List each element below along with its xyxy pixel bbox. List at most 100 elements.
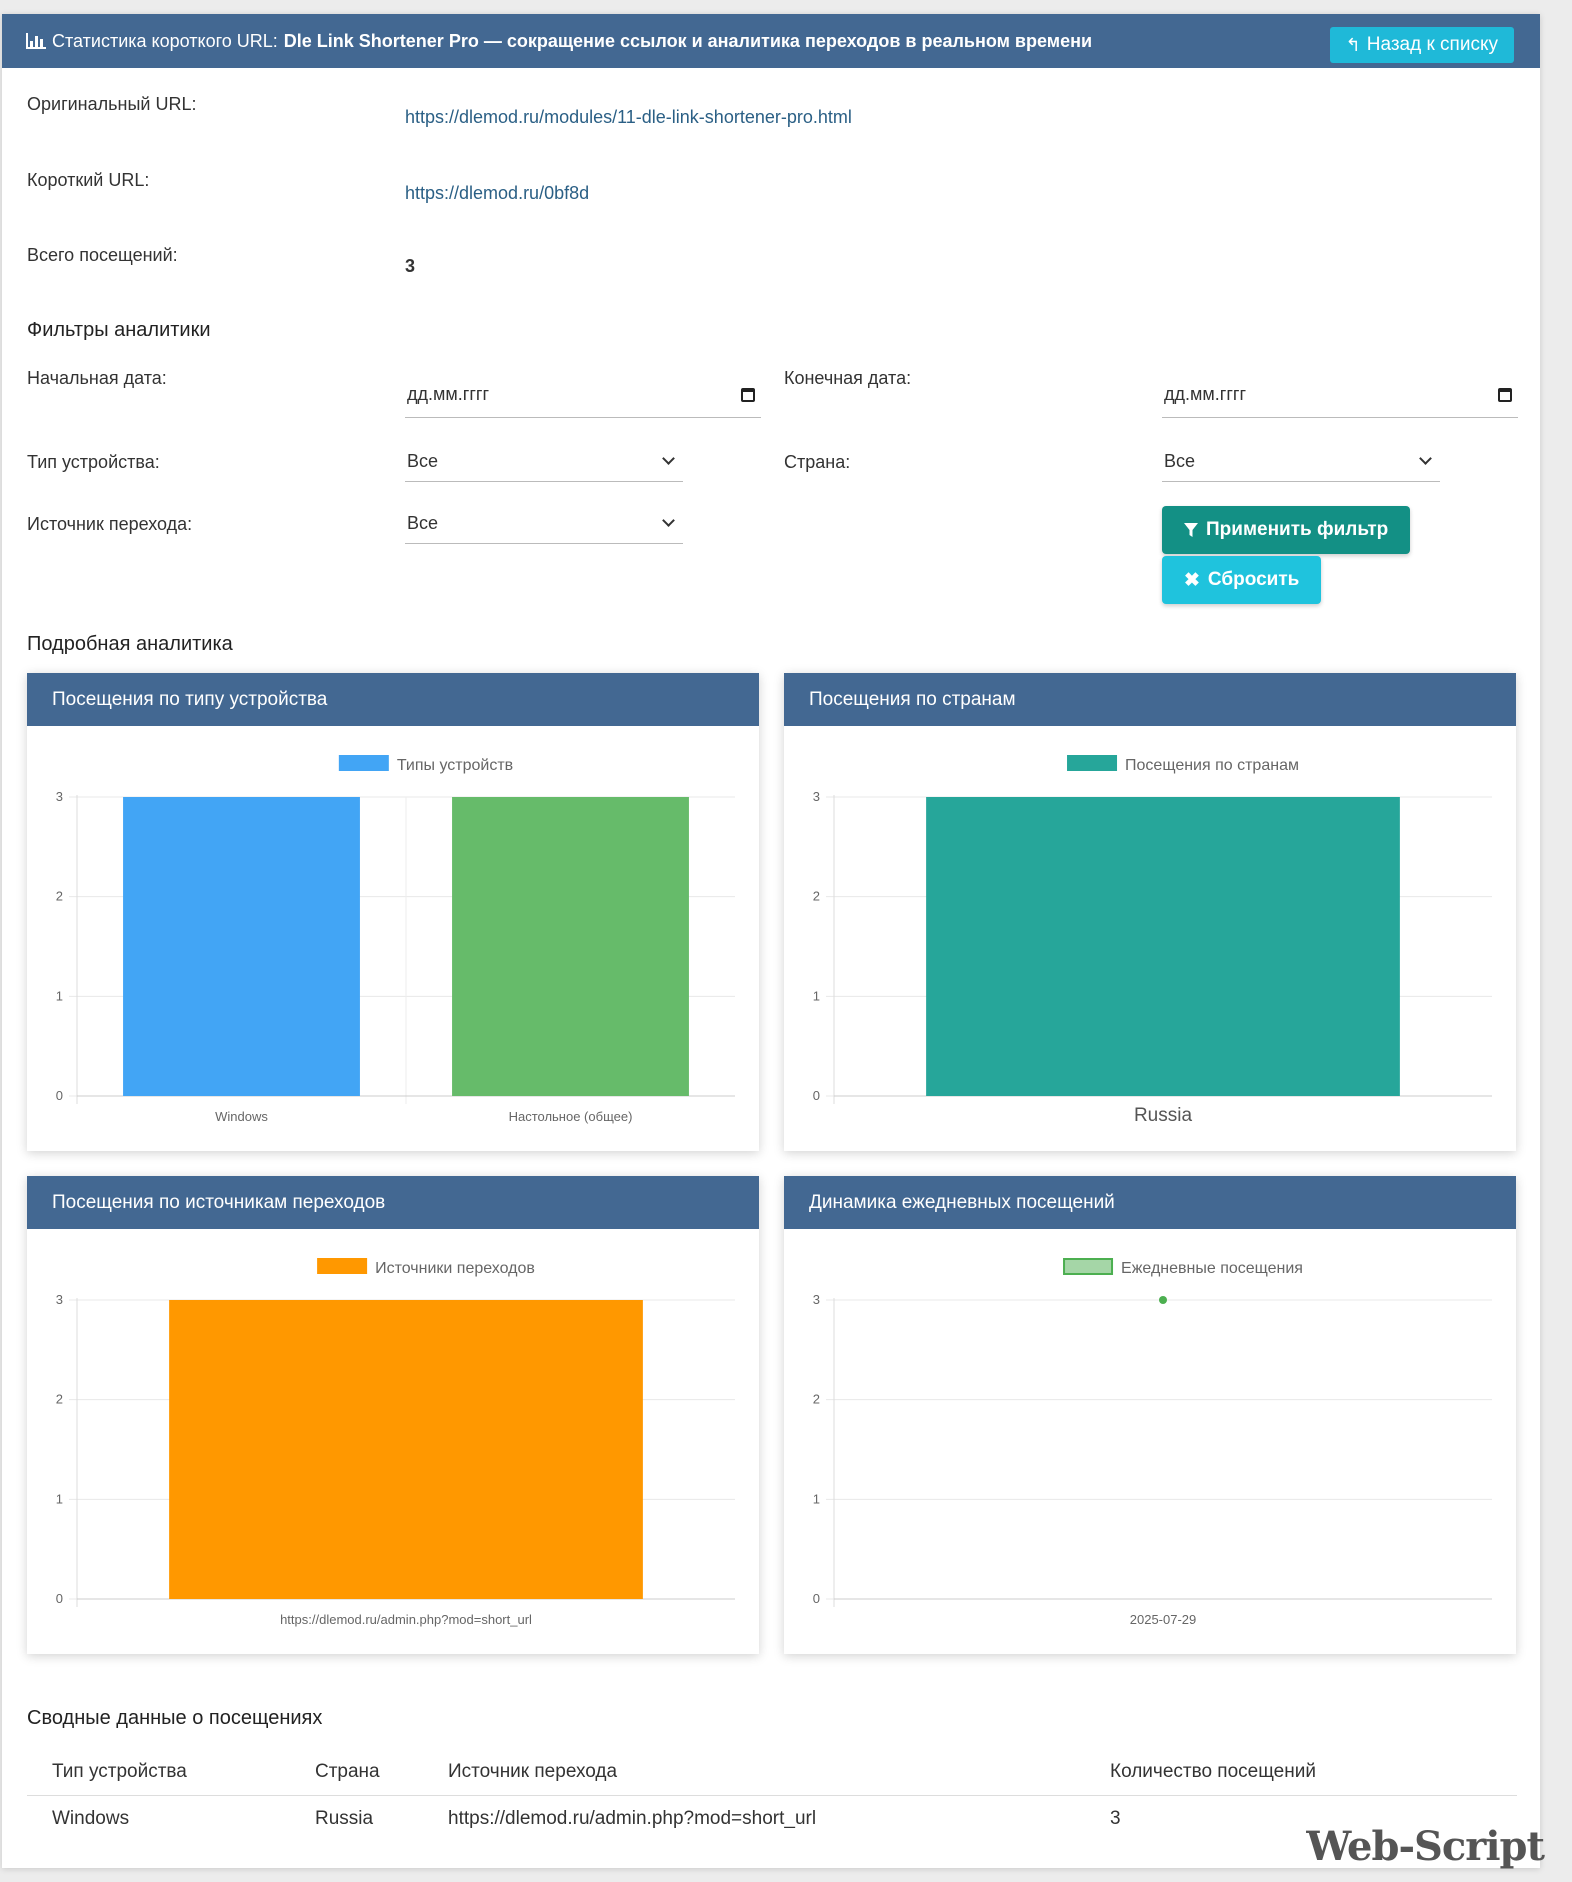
country-value: Все: [1164, 451, 1196, 471]
total-visits-value: 3: [405, 256, 416, 276]
column-header: Страна: [290, 1749, 423, 1796]
apply-filter-label: Применить фильтр: [1206, 519, 1389, 540]
y-tick-label: 0: [56, 1591, 63, 1606]
filter-icon: [1184, 522, 1198, 537]
y-tick-label: 3: [813, 1292, 820, 1307]
page-header-prefix: Статистика короткого URL:: [52, 30, 278, 51]
watermark: Web-Script: [1306, 1823, 1545, 1870]
close-icon: ✖: [1184, 569, 1200, 591]
y-tick-label: 0: [56, 1088, 63, 1103]
total-visits-label: Всего посещений:: [27, 245, 178, 265]
reset-label: Сбросить: [1207, 569, 1300, 590]
bar-chart-icon: [26, 33, 46, 49]
table-cell-device: Windows: [52, 1808, 130, 1830]
source-chart: Источники переходов 0 1 2 3 https://dlemod.ru…: [56, 1258, 735, 1627]
country-chart-card: Посещения по странам Посещения по страна…: [784, 673, 1516, 1151]
daily-chart-card: Динамика ежедневных посещений Ежедневные…: [784, 1176, 1516, 1654]
country-select[interactable]: Все: [1162, 442, 1440, 482]
daily-chart: Ежедневные посещения 0 1 2 3 2025-07-29: [813, 1258, 1492, 1627]
original-url-label: Оригинальный URL:: [27, 94, 197, 114]
calendar-icon[interactable]: [741, 387, 755, 402]
y-tick-label: 0: [813, 1591, 820, 1606]
device-chart: Типы устройств 0 1 2 3 Windows Настольное (общ…: [56, 755, 735, 1124]
bar: [926, 797, 1400, 1096]
source-value: Все: [407, 513, 439, 533]
y-tick-label: 0: [813, 1088, 820, 1103]
filters-title: Фильтры аналитики: [27, 319, 211, 341]
y-tick-label: 1: [813, 988, 820, 1003]
page-header: Статистика короткого URL: Dle Link Short…: [2, 14, 1540, 68]
device-type-select[interactable]: Все: [405, 442, 683, 482]
table-cell-country: Russia: [315, 1808, 374, 1830]
back-to-list-button[interactable]: ↰ Назад к списку: [1329, 27, 1514, 63]
table-header-row: Тип устройства Страна Источник перехода …: [27, 1749, 1517, 1796]
summary-table: Тип устройства Страна Источник перехода …: [27, 1749, 1517, 1843]
end-date-input[interactable]: дд.мм.гггг: [1162, 372, 1518, 418]
country-chart: Посещения по странам 0 1 2 3 Russia: [813, 755, 1492, 1126]
legend-label: Типы устройств: [397, 757, 513, 774]
x-tick-label: https://dlemod.ru/admin.php?mod=short_ur…: [280, 1612, 532, 1627]
stats-panel: Статистика короткого URL: Dle Link Short…: [2, 14, 1540, 1868]
page-title: Dle Link Shortener Pro — сокращение ссыл…: [283, 30, 1093, 51]
reset-button[interactable]: ✖ Сбросить: [1162, 556, 1322, 604]
device-type-value: Все: [407, 451, 439, 471]
short-url-label: Короткий URL:: [27, 170, 150, 190]
y-tick-label: 1: [56, 1491, 63, 1506]
x-tick-label: 2025-07-29: [1130, 1612, 1197, 1627]
y-tick-label: 3: [813, 789, 820, 804]
y-tick-label: 2: [56, 1392, 63, 1407]
country-chart-title: Посещения по странам: [784, 673, 1516, 726]
end-date-placeholder: дд.мм.гггг: [1164, 384, 1247, 404]
y-tick-label: 1: [813, 1491, 820, 1506]
bar: [169, 1300, 643, 1599]
column-header: Тип устройства: [27, 1749, 290, 1796]
data-point: [1159, 1296, 1167, 1304]
chevron-down-icon: [662, 514, 675, 527]
table-cell-source: https://dlemod.ru/admin.php?mod=short_ur…: [448, 1808, 817, 1830]
source-chart-title: Посещения по источникам переходов: [27, 1176, 759, 1229]
start-date-input[interactable]: дд.мм.гггг: [405, 372, 761, 418]
legend-label: Источники переходов: [375, 1260, 535, 1277]
device-chart-card: Посещения по типу устройства Типы устрой…: [27, 673, 759, 1151]
original-url-link[interactable]: https://dlemod.ru/modules/11-dle-link-sh…: [405, 107, 852, 128]
bar: [452, 797, 689, 1096]
legend-label: Посещения по странам: [1125, 757, 1299, 774]
legend-swatch: [317, 1258, 368, 1274]
legend-swatch: [338, 755, 389, 771]
y-tick-label: 2: [813, 889, 820, 904]
start-date-placeholder: дд.мм.гггг: [407, 384, 490, 404]
daily-chart-title: Динамика ежедневных посещений: [784, 1176, 1516, 1229]
column-header: Источник перехода: [423, 1749, 1085, 1796]
device-chart-title: Посещения по типу устройства: [27, 673, 759, 726]
calendar-icon[interactable]: [1498, 387, 1512, 402]
source-chart-card: Посещения по источникам переходов Источн…: [27, 1176, 759, 1654]
apply-filter-button[interactable]: Применить фильтр: [1162, 506, 1411, 554]
y-tick-label: 2: [56, 889, 63, 904]
reply-arrow-icon: ↰: [1345, 34, 1361, 55]
source-label: Источник перехода:: [27, 514, 193, 534]
short-url-link[interactable]: https://dlemod.ru/0bf8d: [405, 183, 589, 204]
back-button-label: Назад к списку: [1366, 34, 1498, 55]
legend-swatch: [1063, 1258, 1114, 1275]
legend-swatch: [1067, 755, 1118, 771]
x-tick-label: Russia: [1134, 1105, 1193, 1126]
y-tick-label: 3: [56, 789, 63, 804]
table-row: Windows Russia https://dlemod.ru/admin.p…: [27, 1795, 1517, 1843]
y-tick-label: 2: [813, 1392, 820, 1407]
x-tick-label: Windows: [215, 1109, 268, 1124]
legend-label: Ежедневные посещения: [1121, 1260, 1303, 1277]
chevron-down-icon: [1419, 452, 1432, 465]
start-date-label: Начальная дата:: [27, 368, 167, 388]
country-label: Страна:: [784, 452, 851, 472]
y-tick-label: 3: [56, 1292, 63, 1307]
end-date-label: Конечная дата:: [784, 368, 912, 388]
chevron-down-icon: [662, 452, 675, 465]
analytics-title: Подробная аналитика: [27, 633, 233, 655]
summary-title: Сводные данные о посещениях: [27, 1707, 323, 1729]
y-tick-label: 1: [56, 988, 63, 1003]
x-tick-label: Настольное (общее): [509, 1109, 633, 1124]
bar: [123, 797, 360, 1096]
source-select[interactable]: Все: [405, 504, 683, 544]
column-header: Количество посещений: [1085, 1749, 1517, 1796]
device-type-label: Тип устройства:: [27, 452, 160, 472]
